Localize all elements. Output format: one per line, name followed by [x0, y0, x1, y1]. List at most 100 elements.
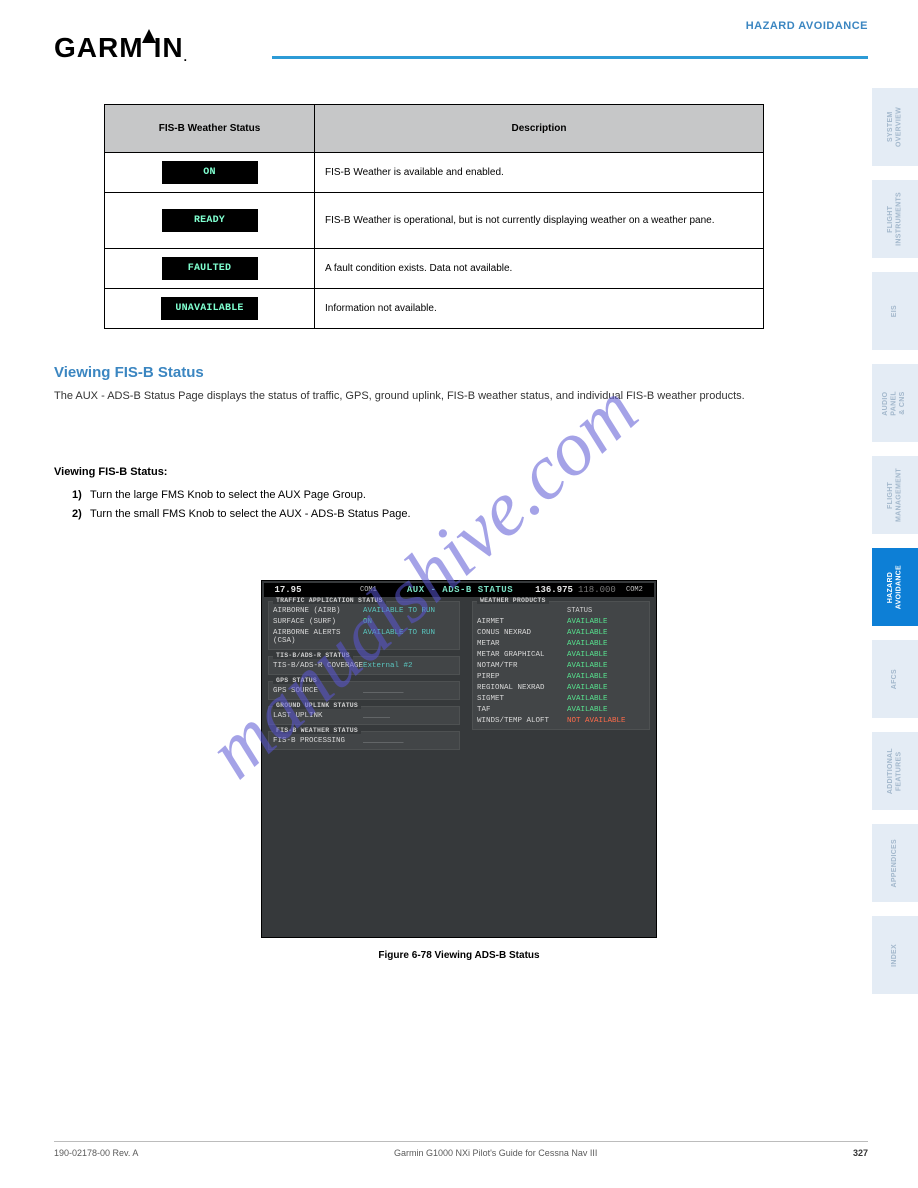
- side-tab-label: APPENDICES: [891, 839, 899, 888]
- side-tab[interactable]: APPENDICES: [872, 824, 918, 902]
- panel-row-label: LAST UPLINK: [273, 712, 363, 720]
- side-tab[interactable]: FLIGHT MANAGEMENT: [872, 456, 918, 534]
- com2-label: COM2: [626, 586, 654, 594]
- panel-row: SIGMETAVAILABLE: [477, 695, 645, 703]
- panel-row-label: CONUS NEXRAD: [477, 629, 567, 637]
- side-tab[interactable]: AFCS: [872, 640, 918, 718]
- side-tab[interactable]: SYSTEM OVERVIEW: [872, 88, 918, 166]
- panel-row-value: AVAILABLE: [567, 618, 645, 626]
- steps-list: 1)Turn the large FMS Knob to select the …: [72, 486, 814, 523]
- panel-row: SURFACE (SURF)ON: [273, 618, 455, 626]
- panel-row-label: NOTAM/TFR: [477, 662, 567, 670]
- page-footer: 190-02178-00 Rev. A Garmin G1000 NXi Pil…: [54, 1141, 868, 1158]
- panel-row: TIS-B/ADS-R COVERAGEExternal #2: [273, 662, 455, 670]
- footer-page-number: 327: [853, 1148, 868, 1158]
- status-badge: ON: [162, 161, 258, 184]
- panel-row-value: ON: [363, 618, 455, 626]
- side-tab-label: FLIGHT MANAGEMENT: [887, 468, 904, 522]
- panel-row: METARAVAILABLE: [477, 640, 645, 648]
- panel-gps: GPS STATUS GPS SOURCE_________: [268, 681, 460, 700]
- panel-row-value: AVAILABLE: [567, 662, 645, 670]
- panel-row: REGIONAL NEXRADAVAILABLE: [477, 684, 645, 692]
- th-desc: Description: [315, 105, 764, 153]
- panel-uplink: GROUND UPLINK STATUS LAST UPLINK______: [268, 706, 460, 725]
- panel-row-label: TIS-B/ADS-R COVERAGE: [273, 662, 363, 670]
- footer-title: Garmin G1000 NXi Pilot's Guide for Cessn…: [394, 1148, 597, 1158]
- panel-row-label: WINDS/TEMP ALOFT: [477, 717, 567, 725]
- logo-i: I: [154, 32, 163, 64]
- panel-row: FIS-B PROCESSING_________: [273, 737, 455, 745]
- panel-row-value: External #2: [363, 662, 455, 670]
- status-badge: UNAVAILABLE: [161, 297, 257, 320]
- side-tab-label: AUDIO PANEL & CNS: [882, 391, 907, 416]
- panel-row: TAFAVAILABLE: [477, 706, 645, 714]
- status-desc: FIS-B Weather is operational, but is not…: [315, 193, 764, 249]
- panel-row: AIRMETAVAILABLE: [477, 618, 645, 626]
- panel-row-label: AIRBORNE (AIRB): [273, 607, 363, 615]
- panel-row-label: GPS SOURCE: [273, 687, 363, 695]
- panel-row-label: TAF: [477, 706, 567, 714]
- panel-row: LAST UPLINK______: [273, 712, 455, 720]
- side-tabs: SYSTEM OVERVIEW FLIGHT INSTRUMENTS EIS AUDI…: [872, 88, 918, 1008]
- panel-title: GPS STATUS: [273, 677, 320, 684]
- status-desc: A fault condition exists. Data not avail…: [315, 249, 764, 289]
- panel-row-value: AVAILABLE: [567, 640, 645, 648]
- panel-row-value: ______: [363, 712, 455, 720]
- com1-label: COM1: [360, 586, 390, 594]
- logo-a: A: [77, 32, 98, 64]
- device-page-title: AUX - ADS-B STATUS: [390, 585, 530, 595]
- device-screenshot: 17.95 COM1 AUX - ADS-B STATUS 136.975 11…: [261, 580, 657, 938]
- panel-title: FIS-B WEATHER STATUS: [273, 727, 361, 734]
- step-text: Turn the large FMS Knob to select the AU…: [90, 489, 366, 501]
- panel-row-value: AVAILABLE: [567, 629, 645, 637]
- device-top-bar: 17.95 COM1 AUX - ADS-B STATUS 136.975 11…: [264, 583, 654, 597]
- panel-row-value: AVAILABLE: [567, 651, 645, 659]
- panel-row: CONUS NEXRADAVAILABLE: [477, 629, 645, 637]
- panel-row-label: METAR GRAPHICAL: [477, 651, 567, 659]
- panel-row: WINDS/TEMP ALOFTNOT AVAILABLE: [477, 717, 645, 725]
- panel-traffic: TRAFFIC APPLICATION STATUS AIRBORNE (AIR…: [268, 601, 460, 650]
- side-tab[interactable]: AUDIO PANEL & CNS: [872, 364, 918, 442]
- side-tab[interactable]: FLIGHT INSTRUMENTS: [872, 180, 918, 258]
- panel-row: GPS SOURCE_________: [273, 687, 455, 695]
- side-tab[interactable]: ADDITIONAL FEATURES: [872, 732, 918, 810]
- panel-row-label: AIRMET: [477, 618, 567, 626]
- steps-title: Viewing FIS-B Status:: [54, 466, 167, 478]
- logo-m: M: [119, 32, 143, 64]
- side-tab-label: SYSTEM OVERVIEW: [887, 107, 904, 147]
- logo-g: G: [54, 32, 77, 64]
- brand-logo: G A R M I N .: [54, 18, 188, 64]
- side-tab-label: AFCS: [891, 669, 899, 689]
- side-tab[interactable]: HAZARD AVOIDANCE: [872, 548, 918, 626]
- panel-tisb: TIS-B/ADS-R STATUS TIS-B/ADS-R COVERAGEE…: [268, 656, 460, 675]
- step-text: Turn the small FMS Knob to select the AU…: [90, 508, 411, 520]
- panel-row: METAR GRAPHICALAVAILABLE: [477, 651, 645, 659]
- side-tab-label: EIS: [891, 305, 899, 317]
- panel-row: AIRBORNE (AIRB)AVAILABLE TO RUN: [273, 607, 455, 615]
- panel-row-value: AVAILABLE: [567, 684, 645, 692]
- logo-n: N: [162, 32, 183, 64]
- panel-row-value: AVAILABLE: [567, 673, 645, 681]
- logo-dot: .: [184, 50, 188, 64]
- panel-row-label: PIREP: [477, 673, 567, 681]
- panel-row-label: REGIONAL NEXRAD: [477, 684, 567, 692]
- step-number: 2): [72, 505, 90, 524]
- panel-row: PIREPAVAILABLE: [477, 673, 645, 681]
- status-desc: Information not available.: [315, 289, 764, 329]
- com1-active-freq: 17.95: [264, 585, 312, 595]
- panel-title: TRAFFIC APPLICATION STATUS: [273, 597, 386, 604]
- com2-standby-freq: 118.000: [578, 585, 626, 595]
- panel-row: AIRBORNE ALERTS (CSA)AVAILABLE TO RUN: [273, 629, 455, 645]
- panel-row-label: AIRBORNE ALERTS (CSA): [273, 629, 363, 645]
- section-title: Viewing FIS-B Status: [54, 364, 204, 381]
- step-number: 1): [72, 486, 90, 505]
- header-rule: [272, 56, 868, 59]
- side-tab[interactable]: EIS: [872, 272, 918, 350]
- panel-title: TIS-B/ADS-R STATUS: [273, 652, 353, 659]
- side-tab-label: FLIGHT INSTRUMENTS: [887, 192, 904, 246]
- figure-caption: Figure 6-78 Viewing ADS-B Status: [0, 950, 918, 961]
- status-badge: FAULTED: [162, 257, 258, 280]
- logo-r: R: [98, 32, 119, 64]
- status-table: FIS-B Weather Status Description ON FIS-…: [104, 104, 764, 329]
- side-tab-label: HAZARD AVOIDANCE: [887, 565, 904, 609]
